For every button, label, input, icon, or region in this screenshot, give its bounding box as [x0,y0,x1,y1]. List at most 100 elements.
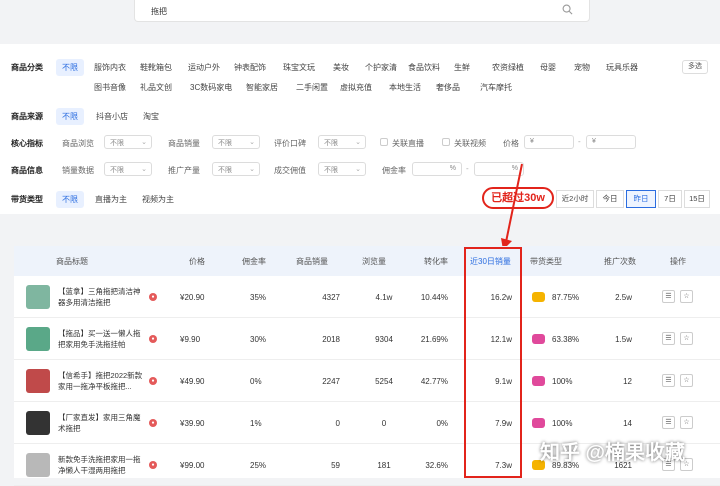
category-option[interactable]: 智能家居 [246,82,278,93]
category-option[interactable]: 母婴 [540,62,556,73]
views-cell: 5254 [375,377,393,386]
promo-output-select[interactable]: 不限 ⌄ [212,162,260,176]
promo-count-cell: 2.5w [615,293,632,302]
search-input[interactable]: 拖把 [151,6,167,17]
chevron-down-icon: ⌄ [141,139,147,146]
core-metrics-label: 核心指标 [11,139,43,148]
category-option[interactable]: 珠宝文玩 [283,62,315,73]
rating-select[interactable]: 不限 ⌄ [318,135,366,149]
category-option[interactable]: 礼品文创 [140,82,172,93]
product-title[interactable]: 新款免手洗拖把家用一拖净懒人干湿两用拖把 [58,454,146,476]
product-title[interactable]: 【蓝拿】三角拖把清洁神器多用清洁拖把 [58,286,146,308]
category-option[interactable]: 本地生活 [389,82,421,93]
list-icon[interactable]: ☰ [662,290,675,303]
col-title: 商品标题 [56,257,88,266]
table-row[interactable]: 【蓝拿】三角拖把清洁神器多用清洁拖把 ● ¥20.90 35% 4327 4.1w 10.4… [14,276,720,318]
category-option[interactable]: 虚拟充值 [340,82,372,93]
star-icon[interactable]: ☆ [680,332,693,345]
category-option[interactable]: 美妆 [333,62,349,73]
deal-value-select[interactable]: 不限 ⌄ [318,162,366,176]
product-thumbnail[interactable] [26,327,50,351]
star-icon[interactable]: ☆ [680,374,693,387]
col-commission[interactable]: 佣金率 [242,256,266,267]
col-promo-count[interactable]: 推广次数 [604,256,636,267]
col-price[interactable]: 价格 [189,256,205,267]
views-filter-label: 商品浏览 [62,139,94,148]
price-min-input[interactable]: ¥ [524,135,574,149]
commission-min-input[interactable]: % [412,162,462,176]
price-label: 价格 [503,139,519,148]
type-option-any[interactable]: 不限 [56,191,84,208]
category-option[interactable]: 农资绿植 [492,62,524,73]
category-option[interactable]: 服饰内衣 [94,62,126,73]
col-sales-type[interactable]: 带货类型 [530,256,562,267]
col-views[interactable]: 浏览量 [362,256,386,267]
sales-data-select[interactable]: 不限 ⌄ [104,162,152,176]
tab-7-days[interactable]: 7日 [658,190,682,208]
product-title[interactable]: 【厂家直发】家用三角魔术拖把 [58,412,146,434]
table-row[interactable]: 【信希手】拖把2022新款家用一拖净平板拖把... ● ¥49.90 0% 2247 52… [14,360,720,402]
category-option[interactable]: 玩具乐器 [606,62,638,73]
sales-type-label: 带货类型 [11,195,43,204]
deal-value-label: 成交佣值 [274,166,306,175]
tab-2-hours[interactable]: 近2小时 [556,190,594,208]
sales-type-cell: 100% [552,419,573,428]
sales-type-icon [532,376,545,386]
table-row[interactable]: 【拖品】买一送一懒人拖把家用免手洗拖挂帕 ● ¥9.90 30% 2018 9304 21.… [14,318,720,360]
tab-15-days[interactable]: 15日 [684,190,710,208]
category-option[interactable]: 奢侈品 [436,82,460,93]
category-option[interactable]: 不限 [56,59,84,76]
product-thumbnail[interactable] [26,411,50,435]
chevron-down-icon: ⌄ [141,166,147,173]
category-option[interactable]: 图书音像 [94,82,126,93]
col-sales[interactable]: 商品销量 [296,256,328,267]
category-option[interactable]: 钟表配饰 [234,62,266,73]
commission-cell: 1% [250,419,262,428]
product-title[interactable]: 【信希手】拖把2022新款家用一拖净平板拖把... [58,370,146,392]
sales-type-icon [532,334,545,344]
multi-select-button[interactable]: 多选 [682,60,708,74]
category-option[interactable]: 生鲜 [454,62,470,73]
list-icon[interactable]: ☰ [662,332,675,345]
sales-cell: 0 [335,419,340,428]
promo-count-cell: 12 [623,377,632,386]
list-icon[interactable]: ☰ [662,416,675,429]
search-icon[interactable] [562,4,573,15]
views-cell: 0 [381,419,387,428]
chevron-down-icon: ⌄ [249,166,255,173]
star-icon[interactable]: ☆ [680,416,693,429]
conversion-cell: 10.44% [420,293,448,302]
category-option[interactable]: 宠物 [574,62,590,73]
search-bar[interactable]: 拖把 [134,0,590,22]
tab-today[interactable]: 今日 [596,190,624,208]
live-checkbox[interactable] [380,138,388,146]
product-thumbnail[interactable] [26,453,50,477]
category-option[interactable]: 二手闲置 [296,82,328,93]
star-icon[interactable]: ☆ [680,290,693,303]
product-thumbnail[interactable] [26,285,50,309]
category-option[interactable]: 食品饮料 [408,62,440,73]
category-option[interactable]: 个护家清 [365,62,397,73]
sales-cell: 2247 [322,377,340,386]
category-option[interactable]: 3C数码家电 [190,82,232,93]
views-select[interactable]: 不限 ⌄ [104,135,152,149]
video-checkbox[interactable] [442,138,450,146]
source-option-douyin[interactable]: 抖音小店 [96,111,128,122]
product-info-label: 商品信息 [11,166,43,175]
sales-select[interactable]: 不限 ⌄ [212,135,260,149]
col-conversion[interactable]: 转化率 [424,256,448,267]
list-icon[interactable]: ☰ [662,374,675,387]
type-option-live[interactable]: 直播为主 [95,194,127,205]
source-label: 商品来源 [11,112,43,121]
category-option[interactable]: 运动户外 [188,62,220,73]
category-option[interactable]: 鞋靴箱包 [140,62,172,73]
tab-yesterday[interactable]: 昨日 [626,190,656,208]
product-title[interactable]: 【拖品】买一送一懒人拖把家用免手洗拖挂帕 [58,328,146,350]
commission-cell: 30% [250,335,267,344]
category-option[interactable]: 汽车摩托 [480,82,512,93]
product-thumbnail[interactable] [26,369,50,393]
type-option-video[interactable]: 视频为主 [142,194,174,205]
source-option-taobao[interactable]: 淘宝 [143,111,159,122]
source-option-any[interactable]: 不限 [56,108,84,125]
price-max-input[interactable]: ¥ [586,135,636,149]
